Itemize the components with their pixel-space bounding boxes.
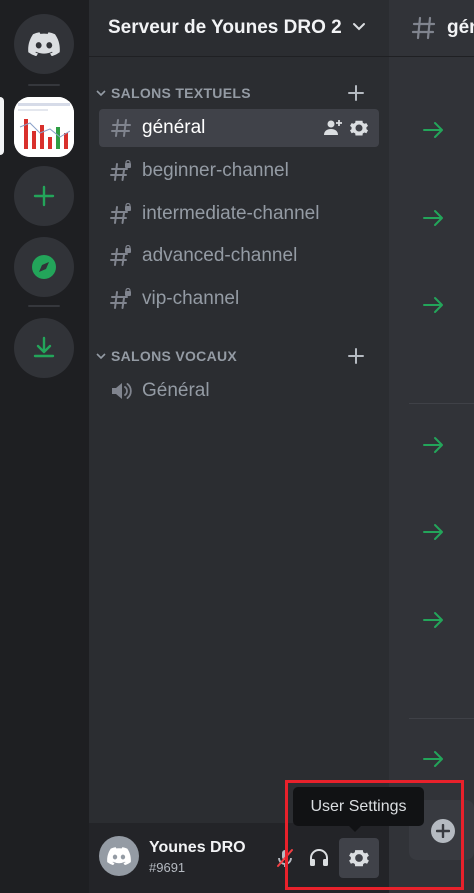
message-divider [409, 403, 474, 404]
chevron-down-icon [353, 23, 365, 31]
channel-item-general[interactable]: général [99, 109, 379, 147]
home-button[interactable] [14, 14, 74, 74]
locked-hash-icon [110, 203, 131, 224]
category-label: SALONS TEXTUELS [111, 85, 251, 101]
channel-name: beginner-channel [142, 160, 289, 181]
invite-member-icon[interactable] [323, 118, 343, 138]
server-rail [0, 0, 89, 893]
channel-name: advanced-channel [142, 245, 298, 266]
user-settings-tooltip: User Settings [293, 787, 424, 832]
locked-hash-icon [110, 288, 131, 309]
deafen-button[interactable] [299, 838, 339, 878]
create-channel-icon[interactable] [346, 346, 366, 366]
chevron-down-icon [96, 353, 106, 360]
rail-separator [28, 305, 60, 307]
join-arrow-icon [423, 122, 443, 138]
channel-item-beginner[interactable]: beginner-channel [99, 152, 379, 190]
channel-name: intermediate-channel [142, 203, 320, 224]
channel-item-vip[interactable]: vip-channel [99, 280, 379, 318]
category-text-channels[interactable]: SALONS TEXTUELS [95, 82, 385, 104]
rail-separator [28, 84, 60, 86]
channel-name: général [142, 117, 206, 138]
join-arrow-icon [423, 524, 443, 540]
attach-plus-icon[interactable] [431, 819, 455, 843]
channel-sidebar: Serveur de Younes DRO 2 SALONS TEXTUELS … [89, 0, 389, 893]
main-content: général [389, 0, 474, 893]
user-panel: Younes DRO #9691 [89, 823, 389, 893]
user-name: Younes DRO [149, 839, 246, 856]
selected-server-indicator [0, 97, 4, 155]
join-arrow-icon [423, 751, 443, 767]
join-arrow-icon [423, 612, 443, 628]
speaker-icon [112, 383, 132, 399]
locked-hash-icon [110, 245, 131, 266]
user-tag: #9691 [149, 860, 186, 875]
channel-title: général [447, 17, 474, 38]
avatar[interactable] [99, 836, 139, 876]
compass-icon [32, 255, 56, 279]
explore-servers-button[interactable] [14, 237, 74, 297]
server-name: Serveur de Younes DRO 2 [108, 17, 342, 38]
channel-header: général [389, 0, 474, 57]
discord-logo-icon [107, 847, 131, 865]
category-voice-channels[interactable]: SALONS VOCAUX [95, 345, 385, 367]
channel-item-intermediate[interactable]: intermediate-channel [99, 195, 379, 233]
server-header[interactable]: Serveur de Younes DRO 2 [89, 0, 389, 57]
join-arrow-icon [423, 297, 443, 313]
locked-hash-icon [110, 160, 131, 181]
add-server-button[interactable] [14, 166, 74, 226]
join-arrow-icon [423, 437, 443, 453]
voice-channel-general[interactable]: Général [99, 372, 379, 410]
microphone-muted-icon [277, 849, 293, 867]
channel-name: Général [142, 380, 210, 401]
server-thumbnail-icon [14, 97, 74, 157]
plus-icon [33, 185, 55, 207]
download-apps-button[interactable] [14, 318, 74, 378]
gear-icon [349, 850, 369, 867]
discord-logo-icon [28, 32, 60, 56]
user-settings-button[interactable] [339, 838, 379, 878]
hash-icon [411, 16, 436, 40]
message-divider [409, 718, 474, 719]
server-icon-button[interactable] [14, 97, 74, 157]
category-label: SALONS VOCAUX [111, 348, 238, 364]
gear-icon[interactable] [349, 118, 369, 138]
channel-name: vip-channel [142, 288, 240, 309]
download-icon [33, 336, 55, 358]
hash-icon [111, 119, 131, 137]
join-arrow-icon [423, 210, 443, 226]
channel-item-advanced[interactable]: advanced-channel [99, 237, 379, 275]
create-channel-icon[interactable] [346, 83, 366, 103]
chevron-down-icon [96, 90, 106, 97]
headphones-icon [310, 849, 328, 866]
